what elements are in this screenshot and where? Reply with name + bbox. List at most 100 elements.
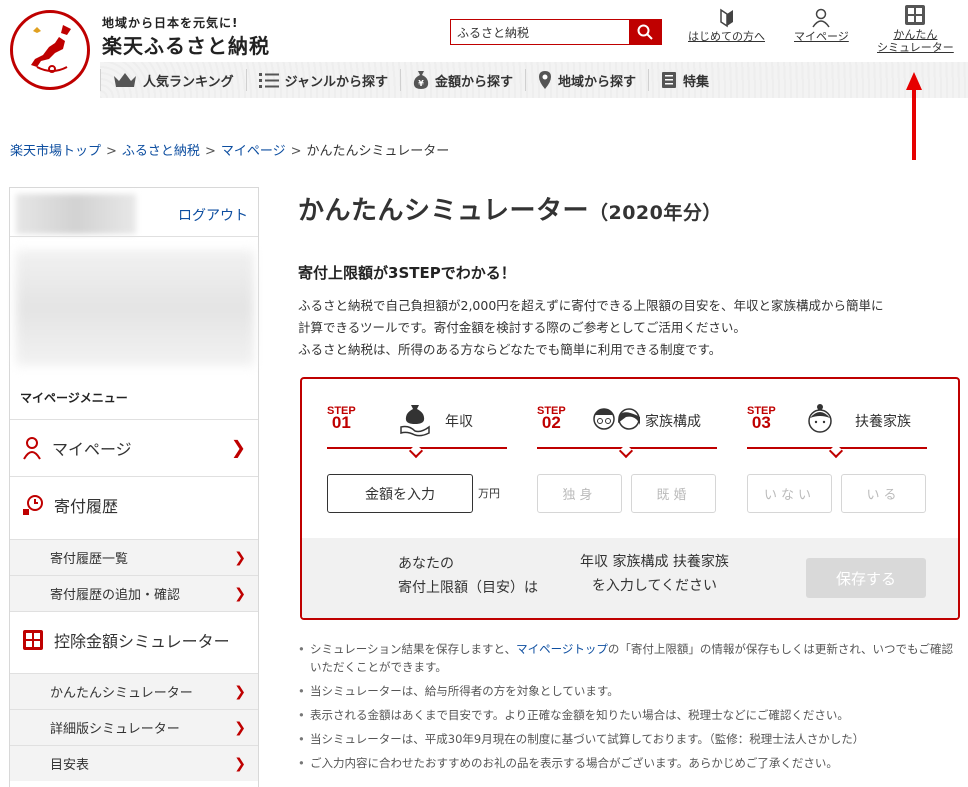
step-2-name: 家族構成 [645, 414, 701, 430]
user-name-redacted [16, 194, 136, 234]
logout-link[interactable]: ログアウト [178, 205, 248, 225]
mypage-top-link[interactable]: マイページトップ [516, 642, 608, 656]
search-input[interactable] [451, 20, 629, 44]
note-item: シミュレーション結果を保存しますと、マイページトップの「寄付上限額」の情報が保存… [298, 640, 962, 676]
note-text: シミュレーション結果を保存しますと、 [310, 642, 517, 656]
sidebar-item-mypage[interactable]: マイページ ❯ [10, 419, 258, 475]
breadcrumb: 楽天市場トップ > ふるさと納税 > マイページ > かんたんシミュレーター [10, 140, 449, 159]
sidebar-item-label: かんたんシミュレーター [50, 686, 193, 701]
simulator-link-label-2: シミュレーター [877, 41, 954, 54]
breadcrumb-mypage[interactable]: マイページ [221, 144, 286, 159]
mypage-menu-title: マイページメニュー [20, 391, 128, 405]
page-title-year: （2020年分） [588, 202, 722, 224]
step-3-badge: STEP 03 [747, 405, 776, 432]
yen-unit-label: 万円 [478, 487, 500, 500]
sidebar-item-label: 寄付履歴一覧 [50, 552, 129, 567]
result-label: あなたの 寄付上限額（目安）は [398, 552, 538, 600]
step-number: 01 [331, 413, 351, 432]
sidebar-item-label: 控除金額シミュレーター [54, 631, 230, 651]
mypage-link[interactable]: マイページ [794, 8, 849, 43]
svg-text:¥: ¥ [418, 79, 424, 88]
sidebar-item-label: マイページ [52, 439, 132, 459]
sidebar-item-detail-simulator[interactable]: 詳細版シミュレーター ❯ [10, 709, 258, 745]
description-line: ふるさと納税は、所得のある方ならどなたでも簡単に利用できる制度です。 [298, 342, 722, 357]
note-item: 当シミュレーターは、給与所得者の方を対象としています。 [298, 682, 962, 700]
step-3: STEP 03 扶養家族 [747, 404, 927, 459]
step-1-name: 年収 [445, 414, 473, 430]
page-title: かんたんシミュレーター（2020年分） [298, 190, 960, 227]
simulator-link[interactable]: かんたん シミュレーター [877, 4, 954, 54]
yen-bag-icon: ¥ [413, 71, 429, 89]
beginner-link-label: はじめての方へ [688, 30, 765, 43]
simulator-panel: STEP 01 年収 STEP 02 家族構成 STEP 03 扶養家族 金額を… [300, 377, 960, 620]
chevron-right-icon: ❯ [234, 719, 246, 736]
enter-amount-button[interactable]: 金額を入力 [327, 474, 473, 513]
search-button[interactable] [629, 20, 661, 44]
step-number: 02 [541, 413, 561, 432]
brand-name[interactable]: 楽天ふるさと納税 [102, 30, 270, 59]
site-header: 地域から日本を元気に! 楽天ふるさと納税 はじめての方へ マイページ [0, 0, 968, 100]
main-nav: 人気ランキング ジャンルから探す ¥ 金額から探す 地域から探す 特集 [100, 64, 721, 96]
sidebar-item-label: 目安表 [50, 758, 90, 773]
result-label-line: 寄付上限額（目安）は [398, 580, 538, 596]
arrow-up-icon [906, 72, 922, 160]
crown-icon [114, 73, 136, 87]
japan-map-icon [31, 25, 71, 73]
subheading: 寄付上限額が3STEPでわかる！ [298, 264, 516, 282]
sidebar-item-easy-simulator[interactable]: かんたんシミュレーター ❯ [10, 673, 258, 709]
money-bag-hand-icon [400, 405, 430, 437]
sidebar-item-history-add[interactable]: 寄付履歴の追加・確認 ❯ [10, 575, 258, 611]
breadcrumb-current: かんたんシミュレーター [306, 144, 450, 159]
result-message-line: 年収 家族構成 扶養家族 [580, 554, 729, 570]
chevron-right-icon: ❯ [234, 755, 246, 772]
married-button[interactable]: 既婚 [631, 474, 716, 513]
step-number: 03 [751, 413, 771, 432]
sidebar-item-label: 寄付履歴 [54, 496, 119, 516]
beginner-mark-icon [719, 8, 733, 28]
step-2-badge: STEP 02 [537, 405, 566, 432]
sidebar-item-history-list[interactable]: 寄付履歴一覧 ❯ [10, 539, 258, 575]
breadcrumb-separator: > [290, 144, 302, 159]
breadcrumb-rakuten-top[interactable]: 楽天市場トップ [10, 144, 101, 159]
nav-feature[interactable]: 特集 [648, 69, 721, 91]
divider [10, 236, 258, 237]
no-dependents-button[interactable]: いない [747, 474, 832, 513]
nav-amount[interactable]: ¥ 金額から探す [399, 69, 525, 91]
result-message: 年収 家族構成 扶養家族 を入力してください [580, 550, 729, 598]
sidebar-item-label: 寄付履歴の追加・確認 [50, 588, 181, 603]
nav-label: 人気ランキング [143, 74, 234, 90]
result-message-line: を入力してください [591, 578, 718, 594]
beginner-link[interactable]: はじめての方へ [688, 8, 765, 43]
single-button[interactable]: 独身 [537, 474, 622, 513]
list-icon [258, 73, 279, 88]
chevron-right-icon: ❯ [234, 683, 246, 700]
breadcrumb-furusato[interactable]: ふるさと納税 [122, 144, 200, 159]
chevron-right-icon: ❯ [230, 437, 246, 458]
nav-region[interactable]: 地域から探す [525, 69, 648, 91]
has-dependents-button[interactable]: いる [841, 474, 926, 513]
note-item: ご入力内容に合わせたおすすめのお礼の品を表示する場合がございます。あらかじめご了… [298, 754, 962, 772]
calculator-icon [905, 5, 926, 25]
main-content: かんたんシミュレーター（2020年分） 寄付上限額が3STEPでわかる！ ふるさ… [298, 190, 960, 357]
chevron-right-icon: ❯ [234, 549, 246, 566]
simulator-link-label-1: かんたん [893, 28, 938, 41]
page-title-text: かんたんシミュレーター [298, 196, 589, 226]
mypage-link-label: マイページ [794, 30, 849, 43]
nav-label: 金額から探す [434, 74, 513, 90]
chevron-right-icon: ❯ [234, 585, 246, 602]
user-icon [812, 8, 831, 28]
logo-icon[interactable] [10, 10, 90, 90]
nav-genre[interactable]: ジャンルから探す [245, 69, 400, 91]
breadcrumb-separator: > [204, 144, 216, 159]
sidebar-item-label: 詳細版シミュレーター [50, 722, 180, 737]
sidebar: ログアウト マイページメニュー マイページ ❯ 寄付履歴 寄付履歴一覧 ❯ 寄付… [9, 187, 259, 787]
sidebar-item-guide-table[interactable]: 目安表 ❯ [10, 745, 258, 781]
save-button[interactable]: 保存する [806, 558, 926, 598]
sidebar-item-history[interactable]: 寄付履歴 [10, 476, 258, 532]
note-item: 当シミュレーターは、平成30年9月現在の制度に基づいて試算しております。（監修：… [298, 730, 962, 748]
calculator-icon [23, 629, 43, 650]
sidebar-item-deduction-simulator[interactable]: 控除金額シミュレーター [10, 611, 258, 667]
breadcrumb-separator: > [106, 144, 117, 159]
step-3-name: 扶養家族 [855, 414, 911, 430]
nav-ranking[interactable]: 人気ランキング [100, 69, 246, 91]
